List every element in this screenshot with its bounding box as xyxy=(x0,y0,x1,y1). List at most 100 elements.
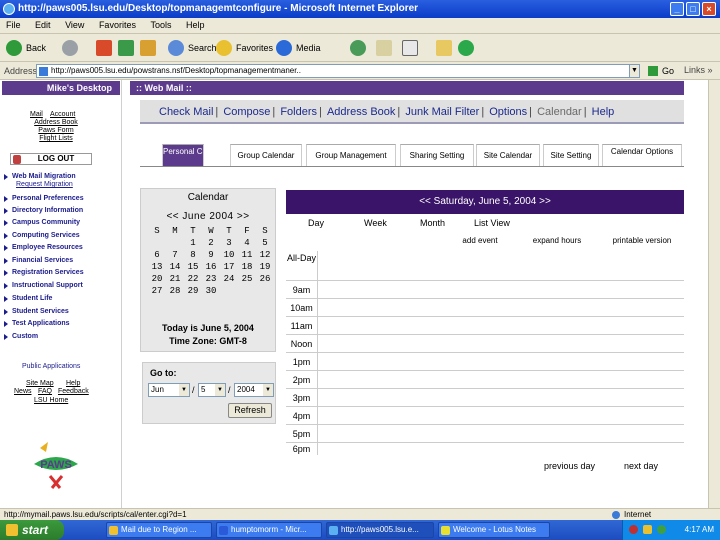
calendar-day[interactable]: 11 xyxy=(238,249,256,261)
refresh-calendar-button[interactable]: Refresh xyxy=(228,403,272,418)
calendar-day[interactable]: 7 xyxy=(166,249,184,261)
faq-link[interactable]: FAQ xyxy=(38,388,52,396)
calendar-day[interactable]: 9 xyxy=(202,249,220,261)
calendar-day[interactable]: 14 xyxy=(166,261,184,273)
hour-row[interactable]: 9am xyxy=(286,281,684,299)
calendar-day[interactable]: 26 xyxy=(256,273,274,285)
forward-button[interactable] xyxy=(62,38,78,58)
word-button[interactable] xyxy=(402,38,418,58)
calendar-day[interactable]: 19 xyxy=(256,261,274,273)
calendar-day[interactable]: 25 xyxy=(238,273,256,285)
mail-button[interactable] xyxy=(376,38,392,58)
feedback-link[interactable]: Feedback xyxy=(58,388,89,396)
printable-version-link[interactable]: printable version xyxy=(600,234,684,248)
lsu-home-link[interactable]: LSU Home xyxy=(34,397,68,405)
calendar-day[interactable] xyxy=(148,237,166,249)
site-map-link[interactable]: Site Map xyxy=(26,380,54,388)
calendar-day[interactable]: 16 xyxy=(202,261,220,273)
view-day[interactable]: Day xyxy=(308,216,324,230)
nav-employee-resources[interactable]: Employee Resources xyxy=(4,243,83,253)
hour-row[interactable]: 4pm xyxy=(286,407,684,425)
search-button[interactable]: Search xyxy=(168,38,217,58)
public-applications-link[interactable]: Public Applications xyxy=(22,363,80,370)
calendar-day[interactable] xyxy=(238,285,256,297)
caltab-personal-calendar[interactable]: Personal Calendar xyxy=(162,144,204,166)
hour-row[interactable]: 10am xyxy=(286,299,684,317)
calendar-day[interactable]: 10 xyxy=(220,249,238,261)
calendar-day[interactable]: 29 xyxy=(184,285,202,297)
address-book-link[interactable]: Address Book xyxy=(28,119,84,127)
go-button[interactable]: Go xyxy=(648,64,676,78)
nav-directory-information[interactable]: Directory Information xyxy=(4,206,83,216)
nav-instructional-support[interactable]: Instructional Support xyxy=(4,281,83,291)
calendar-day[interactable]: 27 xyxy=(148,285,166,297)
calendar-day[interactable] xyxy=(166,237,184,249)
messenger-button[interactable] xyxy=(458,38,474,58)
menu-view[interactable]: View xyxy=(59,18,90,32)
calendar-day[interactable]: 18 xyxy=(238,261,256,273)
hour-row[interactable]: 3pm xyxy=(286,389,684,407)
calendar-day[interactable]: 1 xyxy=(184,237,202,249)
day-view-header[interactable]: << Saturday, June 5, 2004 >> xyxy=(286,190,684,214)
expand-hours-link[interactable]: expand hours xyxy=(522,234,592,248)
next-day-link[interactable]: next day xyxy=(624,460,658,472)
hour-row[interactable]: 11am xyxy=(286,317,684,335)
tab-calendar[interactable]: Calendar xyxy=(536,100,583,124)
tab-help[interactable]: Help xyxy=(591,100,616,124)
hour-row[interactable]: 6pm xyxy=(286,443,684,455)
calendar-day[interactable]: 12 xyxy=(256,249,274,261)
calendar-day[interactable]: 30 xyxy=(202,285,220,297)
view-list[interactable]: List View xyxy=(474,216,510,230)
calendar-day[interactable]: 22 xyxy=(184,273,202,285)
tab-options[interactable]: Options xyxy=(488,100,528,124)
flight-lists-link[interactable]: Flight Lists xyxy=(28,135,84,143)
nav-computing-services[interactable]: Computing Services xyxy=(4,231,80,241)
calendar-day[interactable]: 6 xyxy=(148,249,166,261)
nav-registration-services[interactable]: Registration Services xyxy=(4,268,84,278)
taskbar-item-humptomorm[interactable]: humptomorm - Micr... xyxy=(216,522,322,538)
nav-student-services[interactable]: Student Services xyxy=(4,307,69,317)
nav-request-migration[interactable]: Request Migration xyxy=(16,181,73,188)
caltab-group-calendar[interactable]: Group Calendar xyxy=(230,144,302,166)
calendar-day[interactable]: 15 xyxy=(184,261,202,273)
goto-year-select[interactable]: 2004 ▼ xyxy=(234,383,274,397)
caltab-site-calendar[interactable]: Site Calendar xyxy=(476,144,540,166)
logout-button[interactable]: LOG OUT xyxy=(10,153,92,165)
view-week[interactable]: Week xyxy=(364,216,387,230)
menu-file[interactable]: File xyxy=(0,18,27,32)
hour-row[interactable]: All-Day xyxy=(286,251,684,281)
calendar-day[interactable]: 21 xyxy=(166,273,184,285)
calendar-day[interactable]: 8 xyxy=(184,249,202,261)
goto-day-select[interactable]: 5 ▼ xyxy=(198,383,226,397)
history-button[interactable] xyxy=(350,38,366,58)
start-button[interactable]: start xyxy=(0,520,64,540)
tab-check-mail[interactable]: Check Mail xyxy=(158,100,214,124)
calendar-day[interactable]: 5 xyxy=(256,237,274,249)
view-month[interactable]: Month xyxy=(420,216,445,230)
menu-help[interactable]: Help xyxy=(180,18,211,32)
menu-favorites[interactable]: Favorites xyxy=(93,18,142,32)
account-link[interactable]: Account xyxy=(50,111,75,119)
refresh-page-button[interactable] xyxy=(118,38,134,58)
news-link[interactable]: News xyxy=(14,388,32,396)
goto-month-select[interactable]: Jun ▼ xyxy=(148,383,190,397)
calendar-day[interactable]: 20 xyxy=(148,273,166,285)
hour-row[interactable]: 2pm xyxy=(286,371,684,389)
clock[interactable]: 4:17 AM xyxy=(685,525,714,534)
home-button[interactable] xyxy=(140,38,156,58)
tab-compose[interactable]: Compose xyxy=(222,100,271,124)
mail-link[interactable]: Mail xyxy=(30,111,43,119)
hour-row[interactable]: 1pm xyxy=(286,353,684,371)
menu-tools[interactable]: Tools xyxy=(144,18,177,32)
caltab-sharing-setting[interactable]: Sharing Setting xyxy=(400,144,474,166)
menu-edit[interactable]: Edit xyxy=(29,18,57,32)
media-button[interactable]: Media xyxy=(276,38,321,58)
caltab-site-setting[interactable]: Site Setting xyxy=(543,144,599,166)
taskbar-item-browser[interactable]: http://paws005.lsu.e... xyxy=(326,522,434,538)
nav-custom[interactable]: Custom xyxy=(4,332,38,342)
tab-address-book[interactable]: Address Book xyxy=(326,100,396,124)
favorites-button[interactable]: Favorites xyxy=(216,38,273,58)
hour-row[interactable]: Noon xyxy=(286,335,684,353)
paws-form-link[interactable]: Paws Form xyxy=(28,127,84,135)
calendar-day[interactable] xyxy=(256,285,274,297)
